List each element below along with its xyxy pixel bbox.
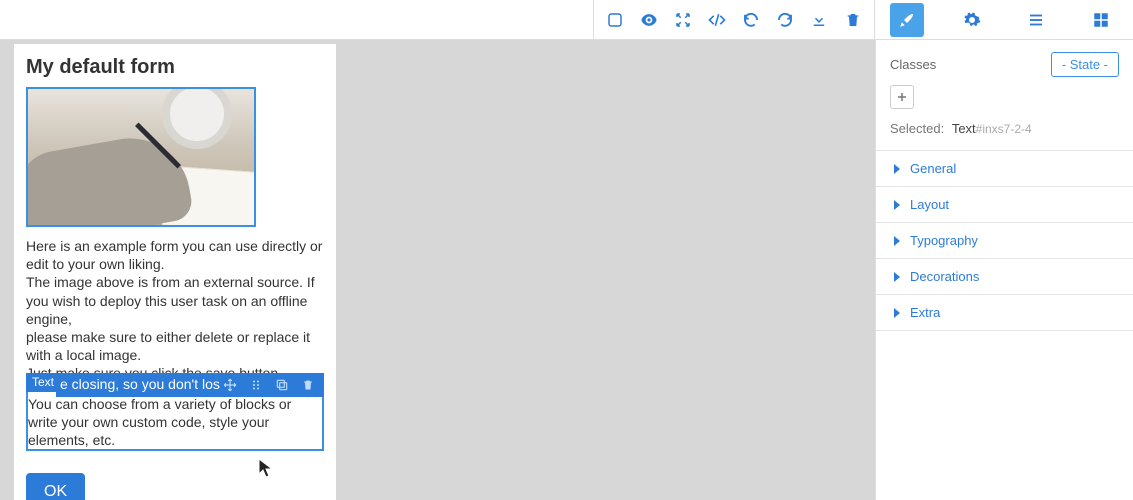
selected-id: #inxs7-2-4 (976, 122, 1032, 136)
section-extra[interactable]: Extra (876, 295, 1133, 331)
blocks-tab-icon[interactable] (1084, 3, 1118, 37)
section-label: General (910, 161, 956, 176)
form-title: My default form (26, 56, 324, 79)
chevron-right-icon (894, 308, 900, 318)
main-row: My default form Here is an example form … (0, 40, 1133, 500)
section-decorations[interactable]: Decorations (876, 259, 1133, 295)
copy-icon[interactable] (274, 377, 290, 393)
section-label: Typography (910, 233, 978, 248)
canvas[interactable]: My default form Here is an example form … (0, 40, 875, 500)
selected-prefix: Selected: (890, 121, 944, 136)
selected-text-block[interactable]: Text e closing, so you don't los (26, 385, 324, 452)
chevron-right-icon (894, 164, 900, 174)
layers-tab-icon[interactable] (1019, 3, 1053, 37)
add-class-button[interactable] (890, 85, 914, 109)
desc-line-3: please make sure to either delete or rep… (26, 328, 324, 364)
preview-icon[interactable] (632, 3, 666, 37)
settings-tab-icon[interactable] (955, 3, 989, 37)
styles-tab-icon[interactable] (890, 3, 924, 37)
drag-handle-icon[interactable] (248, 377, 264, 393)
redo-icon[interactable] (768, 3, 802, 37)
desc-line-1: Here is an example form you can use dire… (26, 237, 324, 273)
selection-badge: Text (26, 373, 60, 393)
chevron-right-icon (894, 200, 900, 210)
ok-button[interactable]: OK (26, 473, 85, 500)
trash-icon[interactable] (836, 3, 870, 37)
form-card: My default form Here is an example form … (14, 44, 336, 500)
classes-label: Classes (890, 57, 936, 72)
section-general[interactable]: General (876, 151, 1133, 187)
outline-icon[interactable] (598, 3, 632, 37)
overlapped-text: e closing, so you don't los (60, 373, 224, 397)
style-accordion: General Layout Typography Decorations Ex… (876, 150, 1133, 331)
fullscreen-icon[interactable] (666, 3, 700, 37)
properties-panel: Classes - State - Selected: Text#inxs7-2… (875, 40, 1133, 500)
move-icon[interactable] (222, 377, 238, 393)
topbar-spacer (0, 0, 594, 39)
topbar (0, 0, 1133, 40)
selected-type: Text (952, 121, 976, 136)
classes-row: Classes - State - (876, 40, 1133, 85)
delete-icon[interactable] (300, 377, 316, 393)
chevron-right-icon (894, 236, 900, 246)
download-icon[interactable] (802, 3, 836, 37)
section-label: Extra (910, 305, 940, 320)
section-label: Layout (910, 197, 949, 212)
chevron-right-icon (894, 272, 900, 282)
code-icon[interactable] (700, 3, 734, 37)
section-typography[interactable]: Typography (876, 223, 1133, 259)
selection-toolbar: e closing, so you don't los (56, 373, 324, 397)
state-dropdown[interactable]: - State - (1051, 52, 1119, 77)
canvas-toolbar (594, 0, 875, 39)
form-image[interactable] (26, 87, 256, 227)
selection-badge-label: Text (26, 373, 60, 393)
section-label: Decorations (910, 269, 979, 284)
selected-info: Selected: Text#inxs7-2-4 (876, 117, 1133, 150)
section-layout[interactable]: Layout (876, 187, 1133, 223)
desc-line-2: The image above is from an external sour… (26, 273, 324, 328)
description-block: Here is an example form you can use dire… (26, 237, 324, 383)
undo-icon[interactable] (734, 3, 768, 37)
right-panel-tabs (875, 0, 1133, 39)
